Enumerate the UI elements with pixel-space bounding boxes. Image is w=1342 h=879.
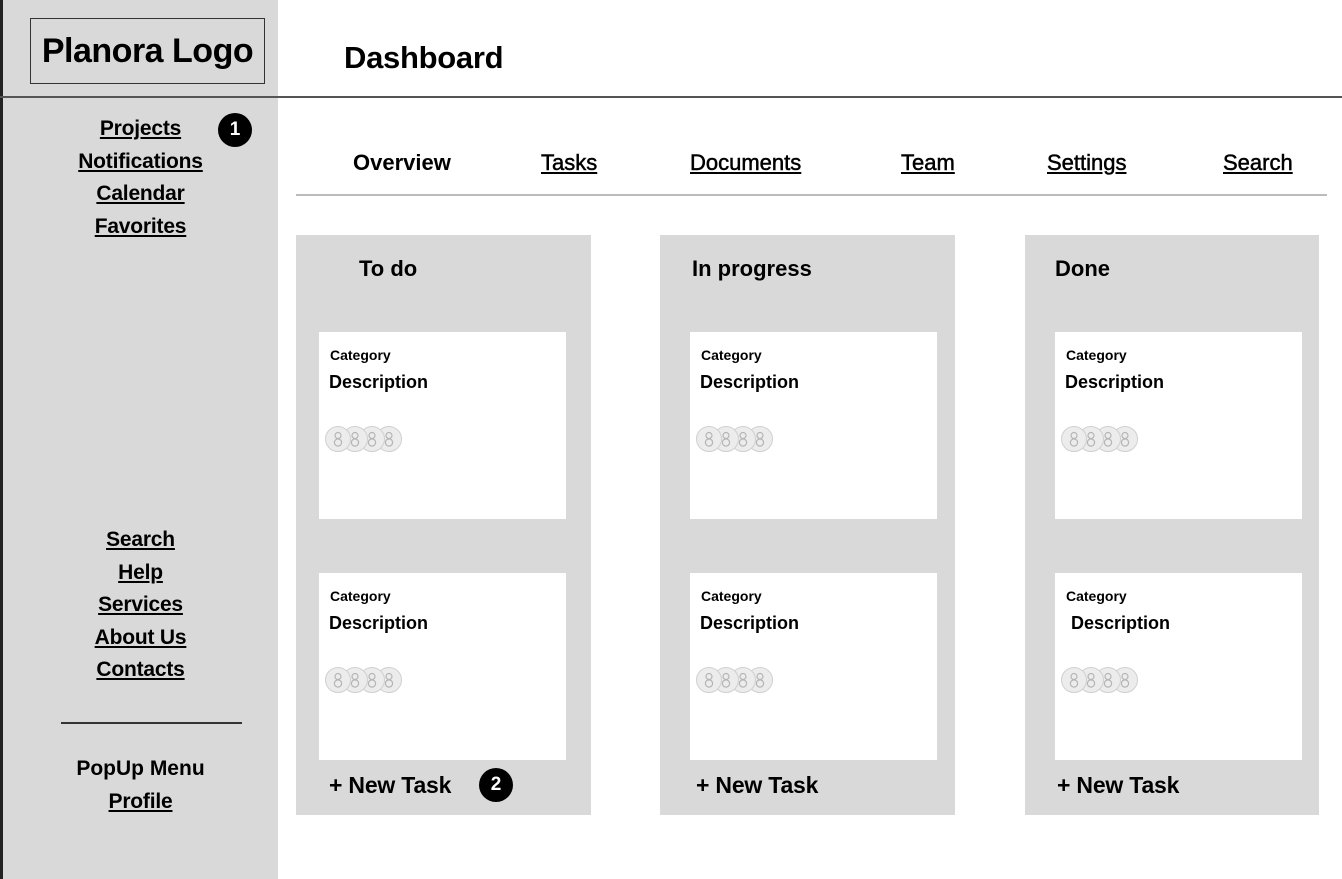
tab-documents[interactable]: Documents: [690, 150, 802, 176]
card-category: Category: [701, 588, 762, 604]
card-description: Description: [700, 613, 800, 633]
sidebar-item-search[interactable]: Search: [3, 524, 278, 557]
sidebar-footer: PopUp Menu Profile: [3, 753, 278, 818]
card-category: Category: [1066, 588, 1127, 604]
sidebar-item-about-us[interactable]: About Us: [3, 622, 278, 655]
column-title: Done: [1055, 256, 1110, 281]
task-card[interactable]: Category Description: [1055, 332, 1302, 519]
task-card[interactable]: Category Description: [319, 332, 566, 519]
card-assignees: [1061, 667, 1141, 695]
sidebar-item-services[interactable]: Services: [3, 589, 278, 622]
sidebar-item-favorites[interactable]: Favorites: [3, 211, 278, 244]
tab-bar-divider: [296, 194, 1327, 196]
task-card[interactable]: Category Description: [690, 332, 937, 519]
column-title: In progress: [692, 256, 812, 281]
header-divider: [0, 96, 1342, 98]
new-task-button[interactable]: + New Task: [329, 772, 451, 799]
user-avatar-icon: [325, 426, 351, 452]
tab-bar: Overview Tasks Documents Team Settings S…: [0, 150, 1342, 184]
card-description: Description: [329, 372, 429, 392]
sidebar-divider: [61, 722, 242, 724]
card-category: Category: [1066, 347, 1127, 363]
new-task-button[interactable]: + New Task: [1057, 772, 1179, 799]
annotation-badge-1: 1: [218, 113, 252, 147]
card-category: Category: [330, 347, 391, 363]
card-category: Category: [330, 588, 391, 604]
task-card[interactable]: Category Description: [1055, 573, 1302, 760]
card-description: Description: [329, 613, 429, 633]
sidebar-secondary-nav: Search Help Services About Us Contacts: [3, 524, 278, 687]
app-logo[interactable]: Planora Logo: [30, 18, 265, 84]
column-title: To do: [359, 256, 418, 281]
profile-link[interactable]: Profile: [3, 786, 278, 819]
new-task-button[interactable]: + New Task: [696, 772, 818, 799]
task-card[interactable]: Category Description: [690, 573, 937, 760]
sidebar-item-help[interactable]: Help: [3, 557, 278, 590]
tab-tasks[interactable]: Tasks: [541, 150, 598, 176]
user-avatar-icon: [696, 667, 722, 693]
user-avatar-icon: [1061, 426, 1087, 452]
page-title: Dashboard: [344, 40, 504, 75]
tab-overview[interactable]: Overview: [353, 150, 451, 176]
card-assignees: [325, 426, 405, 454]
user-avatar-icon: [696, 426, 722, 452]
card-category: Category: [701, 347, 762, 363]
column-done: Done Category Description Category Descr…: [1025, 235, 1319, 815]
card-description: Description: [1065, 372, 1165, 392]
tab-team[interactable]: Team: [901, 150, 955, 176]
annotation-badge-2: 2: [479, 768, 513, 802]
card-assignees: [1061, 426, 1141, 454]
popup-menu-label[interactable]: PopUp Menu: [3, 753, 278, 786]
column-in-progress: In progress Category Description Categor…: [660, 235, 955, 815]
column-todo: To do Category Description Category Desc…: [296, 235, 591, 815]
card-assignees: [696, 426, 776, 454]
task-card[interactable]: Category Description: [319, 573, 566, 760]
user-avatar-icon: [325, 667, 351, 693]
tab-search[interactable]: Search: [1223, 150, 1293, 176]
card-description: Description: [700, 372, 800, 392]
user-avatar-icon: [1061, 667, 1087, 693]
tab-settings[interactable]: Settings: [1047, 150, 1127, 176]
card-assignees: [325, 667, 405, 695]
card-assignees: [696, 667, 776, 695]
card-description: Description: [1071, 613, 1171, 633]
sidebar-item-contacts[interactable]: Contacts: [3, 654, 278, 687]
